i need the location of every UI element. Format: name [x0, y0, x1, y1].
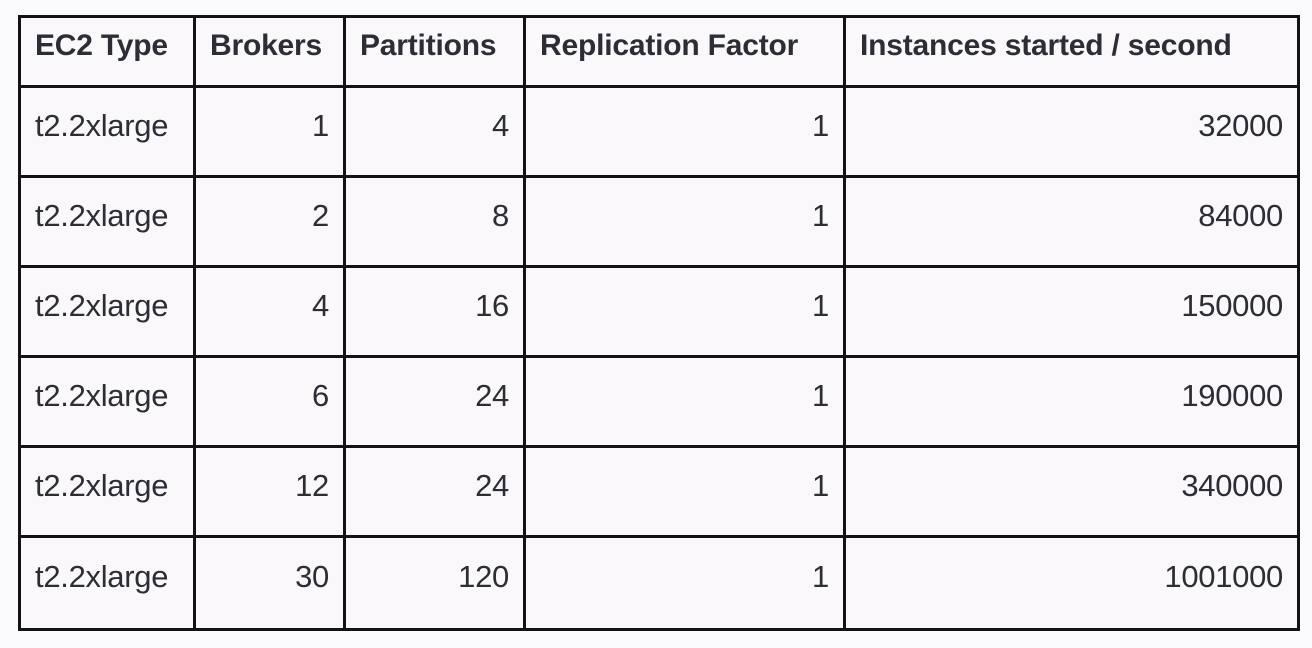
cell-ec2-type: t2.2xlarge	[18, 265, 196, 358]
table-row: t2.2xlarge 2 8 1 84000	[18, 175, 1300, 268]
cell-brokers: 12	[193, 445, 346, 538]
cell-instances-per-second: 1001000	[843, 535, 1300, 631]
cell-partitions: 120	[343, 535, 526, 631]
cell-partitions: 8	[343, 175, 526, 268]
column-header-instances-per-second: Instances started / second	[843, 15, 1300, 88]
benchmark-table-container: EC2 Type Brokers Partitions Replication …	[18, 15, 1300, 631]
cell-replication-factor: 1	[523, 175, 846, 268]
column-header-replication-factor: Replication Factor	[523, 15, 846, 88]
cell-brokers: 4	[193, 265, 346, 358]
cell-replication-factor: 1	[523, 265, 846, 358]
column-header-brokers: Brokers	[193, 15, 346, 88]
cell-instances-per-second: 340000	[843, 445, 1300, 538]
cell-replication-factor: 1	[523, 85, 846, 178]
cell-replication-factor: 1	[523, 445, 846, 538]
cell-replication-factor: 1	[523, 355, 846, 448]
page-root: EC2 Type Brokers Partitions Replication …	[0, 0, 1312, 648]
cell-instances-per-second: 190000	[843, 355, 1300, 448]
cell-brokers: 2	[193, 175, 346, 268]
table-header-row: EC2 Type Brokers Partitions Replication …	[18, 15, 1300, 88]
column-header-partitions: Partitions	[343, 15, 526, 88]
cell-brokers: 30	[193, 535, 346, 631]
table-row: t2.2xlarge 30 120 1 1001000	[18, 535, 1300, 631]
table-header: EC2 Type Brokers Partitions Replication …	[18, 15, 1300, 88]
cell-ec2-type: t2.2xlarge	[18, 85, 196, 178]
cell-partitions: 24	[343, 445, 526, 538]
table-row: t2.2xlarge 4 16 1 150000	[18, 265, 1300, 358]
cell-ec2-type: t2.2xlarge	[18, 175, 196, 268]
cell-partitions: 4	[343, 85, 526, 178]
cell-instances-per-second: 84000	[843, 175, 1300, 268]
cell-ec2-type: t2.2xlarge	[18, 355, 196, 448]
table-row: t2.2xlarge 1 4 1 32000	[18, 85, 1300, 178]
column-header-ec2-type: EC2 Type	[18, 15, 196, 88]
cell-partitions: 24	[343, 355, 526, 448]
benchmark-table: EC2 Type Brokers Partitions Replication …	[18, 15, 1300, 631]
table-body: t2.2xlarge 1 4 1 32000 t2.2xlarge 2 8 1 …	[18, 85, 1300, 631]
table-row: t2.2xlarge 12 24 1 340000	[18, 445, 1300, 538]
cell-ec2-type: t2.2xlarge	[18, 535, 196, 631]
cell-replication-factor: 1	[523, 535, 846, 631]
table-row: t2.2xlarge 6 24 1 190000	[18, 355, 1300, 448]
cell-instances-per-second: 32000	[843, 85, 1300, 178]
cell-instances-per-second: 150000	[843, 265, 1300, 358]
cell-ec2-type: t2.2xlarge	[18, 445, 196, 538]
cell-brokers: 1	[193, 85, 346, 178]
cell-brokers: 6	[193, 355, 346, 448]
cell-partitions: 16	[343, 265, 526, 358]
